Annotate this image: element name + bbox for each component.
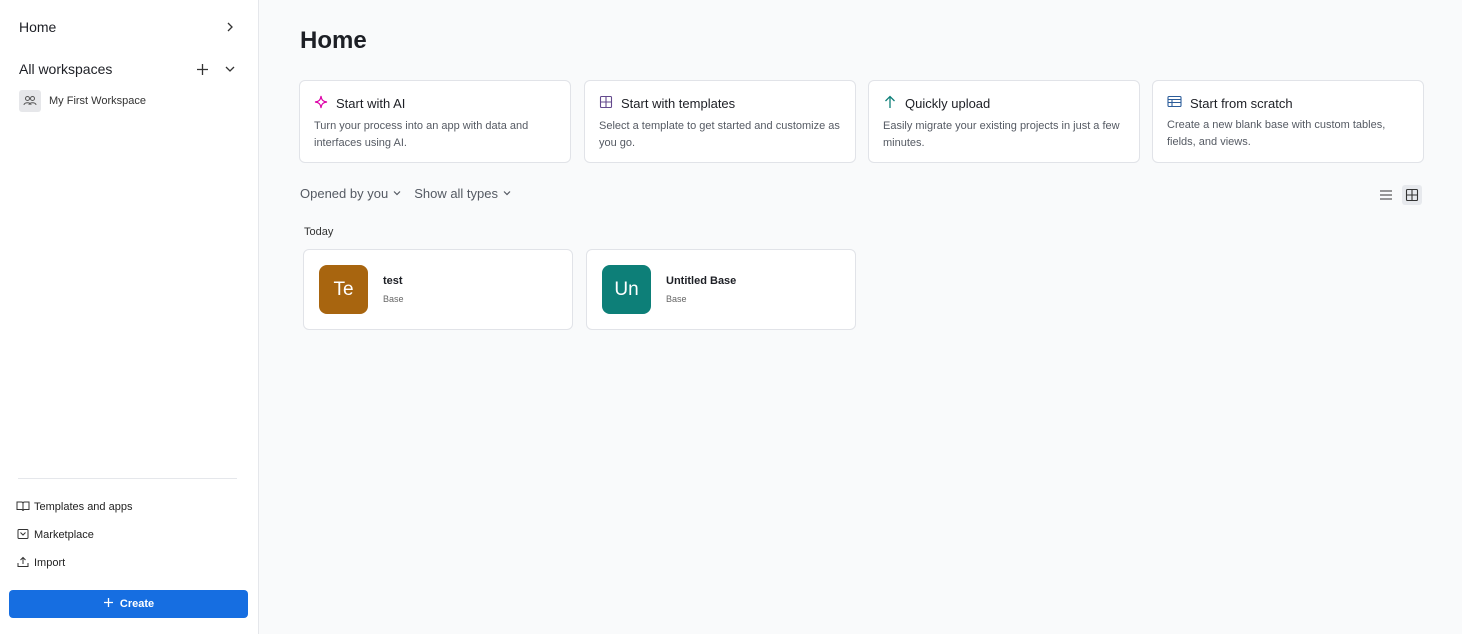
chevron-right-icon[interactable]	[222, 19, 238, 35]
type-filter-label: Show all types	[414, 186, 499, 201]
base-icon: Te	[319, 265, 368, 314]
import-label: Import	[34, 557, 66, 569]
card-title: Start with AI	[336, 96, 406, 111]
sidebar-workspaces-label: All workspaces	[19, 61, 113, 77]
filters-bar: Opened by you Show all types	[300, 186, 512, 201]
chevron-down-icon	[502, 186, 512, 201]
sidebar: Home All workspaces My First Workspace T…	[0, 0, 259, 634]
page-title: Home	[300, 27, 367, 54]
table-icon	[1167, 95, 1182, 111]
workspace-name: My First Workspace	[49, 95, 146, 107]
sidebar-link-templates[interactable]: Templates and apps	[16, 498, 132, 516]
templates-label: Templates and apps	[34, 501, 133, 513]
marketplace-icon	[16, 528, 30, 543]
sidebar-all-workspaces[interactable]: All workspaces	[19, 59, 238, 79]
base-card-untitled[interactable]: Un Untitled Base Base	[586, 249, 856, 330]
upload-icon	[16, 556, 30, 571]
opened-by-filter[interactable]: Opened by you	[300, 186, 402, 201]
sparkle-icon	[314, 95, 328, 112]
start-with-templates-card[interactable]: Start with templates Select a template t…	[584, 80, 856, 163]
opened-by-label: Opened by you	[300, 186, 389, 201]
section-today: Today	[304, 226, 334, 238]
card-description: Easily migrate your existing projects in…	[883, 120, 1120, 149]
type-filter[interactable]: Show all types	[414, 186, 512, 201]
sidebar-link-marketplace[interactable]: Marketplace	[16, 526, 94, 544]
base-card-test[interactable]: Te test Base	[303, 249, 573, 330]
view-toggle	[1376, 185, 1422, 205]
base-kind: Base	[666, 294, 687, 304]
create-button[interactable]: Create	[9, 590, 248, 618]
base-icon: Un	[602, 265, 651, 314]
start-from-scratch-card[interactable]: Start from scratch Create a new blank ba…	[1152, 80, 1424, 163]
plus-icon[interactable]	[194, 61, 210, 77]
card-title: Start with templates	[621, 96, 736, 111]
card-title: Start from scratch	[1190, 95, 1293, 111]
sidebar-home[interactable]: Home	[19, 17, 238, 37]
base-name: Untitled Base	[666, 275, 737, 287]
main-content: Home Start with AI Turn your process int…	[259, 0, 1462, 634]
list-view-icon[interactable]	[1376, 185, 1396, 205]
quickly-upload-card[interactable]: Quickly upload Easily migrate your exist…	[868, 80, 1140, 163]
arrow-up-icon	[883, 95, 897, 112]
workspace-item[interactable]: My First Workspace	[19, 90, 146, 112]
card-description: Select a template to get started and cus…	[599, 120, 840, 149]
plus-icon	[103, 597, 114, 611]
card-description: Create a new blank base with custom tabl…	[1167, 119, 1386, 148]
base-kind: Base	[383, 294, 404, 304]
sidebar-divider	[18, 478, 237, 479]
book-icon	[16, 500, 30, 515]
sidebar-link-import[interactable]: Import	[16, 554, 65, 572]
grid-icon	[599, 95, 613, 112]
base-name: test	[383, 275, 403, 287]
people-icon	[19, 90, 41, 112]
grid-view-icon[interactable]	[1402, 185, 1422, 205]
create-label: Create	[119, 598, 155, 610]
chevron-down-icon	[392, 186, 402, 201]
sidebar-home-label: Home	[19, 19, 57, 35]
chevron-down-icon[interactable]	[222, 61, 238, 77]
card-description: Turn your process into an app with data …	[314, 120, 529, 149]
start-with-ai-card[interactable]: Start with AI Turn your process into an …	[299, 80, 571, 163]
card-title: Quickly upload	[905, 96, 991, 111]
marketplace-label: Marketplace	[34, 529, 94, 541]
